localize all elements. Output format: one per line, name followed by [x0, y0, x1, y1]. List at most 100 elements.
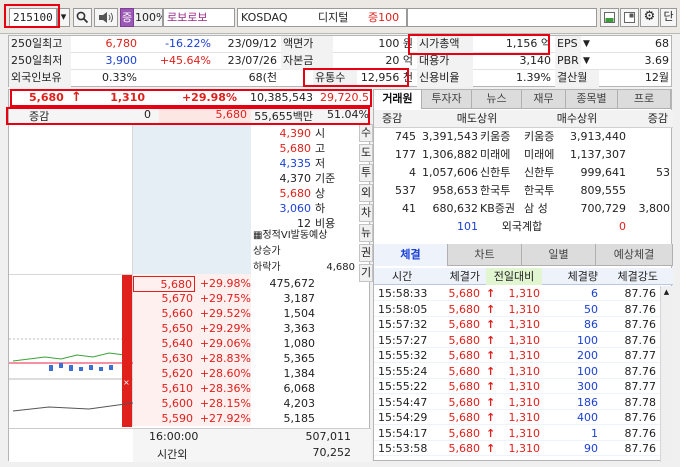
ladder-pct: +28.15% [199, 397, 251, 410]
broker-panel: 거래원 투자자 뉴스 재무 종목별 프로 증감 매도상위 매수상위 증감 745 3,391… [373, 89, 673, 462]
low250-label: 250일최저 [9, 53, 71, 70]
price-ladder-row[interactable]: 5,590 +27.92% 5,185 [9, 411, 371, 427]
member-buy-qty: 3,913,440 [570, 130, 626, 143]
summary-label: 하 [315, 202, 326, 215]
price-ladder-row[interactable]: 5,620 +28.60% 1,384 [9, 366, 371, 382]
diff-value: 0 [144, 108, 151, 121]
price-ladder-row[interactable]: 5,600 +28.15% 4,203 [9, 396, 371, 412]
member-buy-qty: 809,555 [580, 184, 627, 197]
info-row: 외국인보유 0.33% 68(천 유통수 12,956 천 신용비율 1.39%… [9, 70, 671, 87]
price-ladder-row[interactable]: 5,630 +28.83% 5,365 [9, 351, 371, 367]
chevron-down-icon[interactable]: ▾ [57, 8, 70, 27]
member-row[interactable]: 41 680,632 KB증권 삼 성 700,729 3,800 [374, 200, 673, 218]
member-row[interactable]: 4 1,057,606 신한투 신한투 999,641 53 [374, 164, 673, 182]
tab-trades-2[interactable]: 일별 [522, 244, 596, 266]
member-row[interactable]: 537 958,653 한국투 한국투 809,555 [374, 182, 673, 200]
trade-time: 15:54:17 [378, 426, 428, 440]
chevron-down-icon[interactable]: ▼ [583, 53, 593, 70]
ladder-pct: +29.98% [199, 277, 251, 290]
scroll-up-icon[interactable]: ▲ [662, 288, 671, 298]
tab-broker-2[interactable]: 뉴스 [472, 90, 522, 109]
window-icon[interactable] [620, 8, 639, 27]
green-chart-icon[interactable] [600, 8, 619, 27]
side-tab-button[interactable]: 권 [359, 244, 373, 262]
current-price: 5,680 [29, 91, 64, 104]
low250-value: 3,900 [105, 54, 138, 67]
member-buy-firm: 신한투 [524, 166, 555, 179]
up-arrow-icon: ↑ [486, 395, 496, 409]
trade-row: 15:54:17 5,680 1,310 1 87.76 ↑ [374, 426, 673, 441]
price-ladder-row[interactable]: 5,660 +29.52% 1,504 [9, 306, 371, 322]
tab-trades-0[interactable]: 체결 [374, 244, 448, 266]
high250-pct: -16.22% [165, 37, 211, 50]
member-sell-diff: 745 [395, 130, 416, 143]
tab-trades-3[interactable]: 예상체결 [596, 244, 673, 266]
tab-broker-1[interactable]: 투자자 [422, 90, 472, 109]
price-ladder-row[interactable]: 5,680 +29.98% 475,672 [9, 276, 371, 292]
trade-volume: 10,385,543 [250, 91, 313, 104]
reference-price: 5,680 [159, 107, 251, 123]
trade-strength: 87.76 [624, 426, 657, 440]
ladder-pct: +29.06% [199, 337, 251, 350]
ladder-price: 5,660 [161, 307, 194, 320]
memo-field[interactable] [407, 8, 597, 27]
ladder-price: 5,590 [161, 412, 194, 425]
side-tab-button[interactable]: 외 [359, 184, 373, 202]
member-sell-qty: 958,653 [432, 184, 479, 197]
price-ladder-row[interactable]: 5,670 +29.75% 3,187 [9, 291, 371, 307]
tab-broker-5[interactable]: 프로 [618, 90, 671, 109]
sector-label: 디지털 [318, 11, 349, 24]
side-tab-button[interactable]: 뉴 [359, 224, 373, 242]
trade-price: 5,680 [448, 302, 481, 316]
ladder-qty: 4,203 [283, 397, 316, 410]
side-tab-button[interactable]: 투 [359, 164, 373, 182]
member-row[interactable]: 177 1,306,882 미래에 미래에 1,137,307 [374, 146, 673, 164]
par-value: 100 원 [378, 37, 413, 50]
side-tab-button[interactable]: 수 [359, 124, 373, 142]
summary-value: 5,680 [279, 187, 312, 200]
trade-time: 15:55:32 [378, 349, 428, 362]
member-row[interactable]: 745 3,391,543 키움증 키움증 3,913,440 [374, 128, 673, 146]
chevron-down-icon[interactable]: ▼ [583, 36, 593, 53]
high250-date: 23/09/12 [227, 37, 277, 50]
gear-icon[interactable]: ⚙ [640, 8, 659, 27]
price-ladder-row[interactable]: 5,610 +28.36% 6,068 [9, 381, 371, 397]
members-diff-label-right: 증감 [647, 112, 668, 125]
price-ladder-row[interactable]: 5,640 +29.06% 1,080 [9, 336, 371, 352]
member-buy-diff: 53 [656, 166, 670, 179]
trade-time: 15:58:33 [378, 287, 428, 300]
trade-row: 15:55:32 5,680 1,310 200 87.77 ↑ [374, 348, 673, 363]
side-tab-button[interactable]: 차 [359, 204, 373, 222]
ladder-qty: 6,068 [283, 382, 316, 395]
stock-name[interactable]: 로보로보 [163, 8, 235, 27]
up-arrow-icon: ↑ [486, 349, 496, 362]
mcap-value: 1,156 억 [505, 37, 551, 50]
search-icon[interactable] [73, 8, 92, 27]
ladder-price: 5,640 [161, 337, 194, 350]
stock-code-input[interactable]: 215100 [9, 8, 57, 27]
trade-change: 1,310 [508, 380, 541, 393]
member-sell-firm: 한국투 [480, 184, 511, 197]
trade-price: 5,680 [448, 395, 481, 409]
trades-header: 시간 체결가 전일대비 체결량 체결강도 [374, 268, 673, 285]
trade-qty: 100 [577, 364, 598, 378]
foreign-buy: 0 [619, 220, 626, 233]
summary-row: 4,370 기준 [253, 171, 353, 186]
member-buy-diff: 3,800 [638, 202, 671, 215]
tab-broker-4[interactable]: 종목별 [566, 90, 618, 109]
summary-value: 4,390 [279, 127, 312, 140]
member-buy-diff [630, 182, 670, 200]
price-ladder-row[interactable]: 5,650 +29.29% 3,363 [9, 321, 371, 337]
capital-label: 자본금 [281, 53, 333, 70]
tab-broker-0[interactable]: 거래원 [374, 90, 422, 109]
trades-scrollbar[interactable]: ▲ [660, 286, 672, 462]
trade-price: 5,680 [448, 364, 481, 378]
diff-label: 증감 [29, 110, 50, 123]
tab-broker-3[interactable]: 재무 [522, 90, 566, 109]
speaker-icon[interactable] [94, 8, 118, 27]
side-tab-button[interactable]: 도 [359, 144, 373, 162]
trade-qty: 6 [591, 287, 598, 300]
single-view-button[interactable]: 단 [660, 8, 677, 27]
tab-trades-1[interactable]: 차트 [448, 244, 522, 266]
member-sell-diff: 4 [409, 166, 416, 179]
